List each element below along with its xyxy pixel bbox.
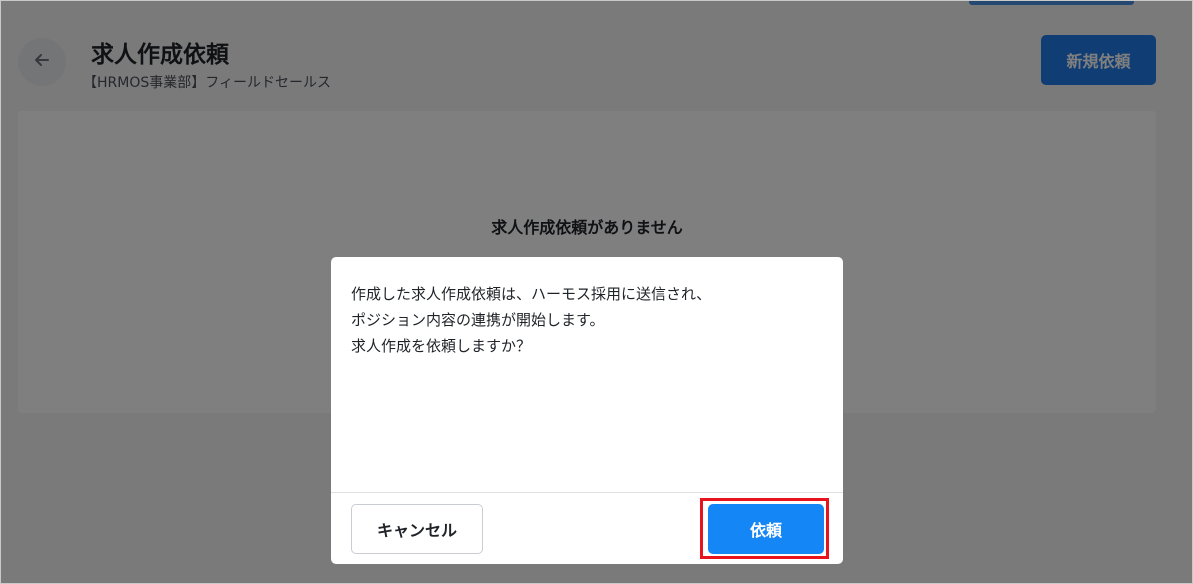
dialog-message-line: ポジション内容の連携が開始します。 — [351, 311, 605, 329]
confirm-dialog: 作成した求人作成依頼は、ハーモス採用に送信され、 ポジション内容の連携が開始しま… — [331, 257, 843, 564]
dialog-message-line: 作成した求人作成依頼は、ハーモス採用に送信され、 — [351, 285, 712, 303]
app-window: 求人作成依頼 【HRMOS事業部】フィールドセールス 新規依頼 求人作成依頼があ… — [0, 0, 1193, 584]
confirm-request-button[interactable]: 依頼 — [708, 504, 824, 554]
dialog-message: 作成した求人作成依頼は、ハーモス採用に送信され、 ポジション内容の連携が開始しま… — [351, 281, 823, 359]
dialog-footer: キャンセル 依頼 — [331, 492, 843, 564]
cancel-button[interactable]: キャンセル — [351, 504, 483, 554]
dialog-message-line: 求人作成を依頼しますか？ — [351, 337, 532, 355]
